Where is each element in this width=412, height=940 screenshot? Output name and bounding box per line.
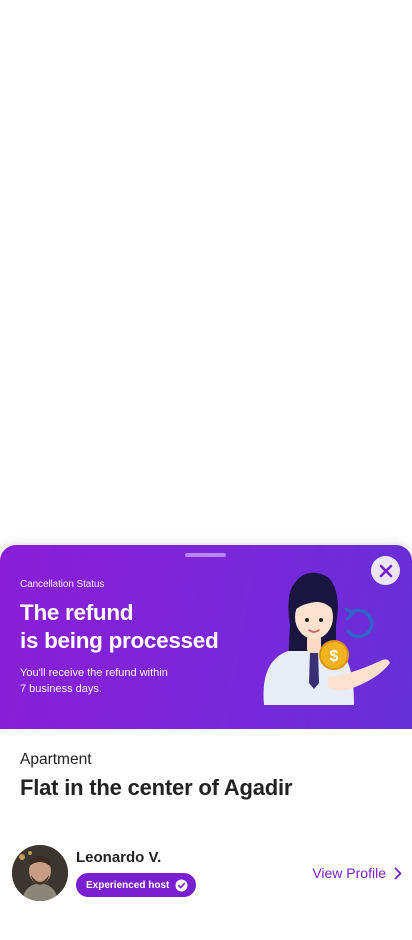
host-avatar-image xyxy=(12,845,68,901)
experienced-host-badge: Experienced host xyxy=(76,873,197,897)
listing-info: Apartment Flat in the center of Agadir xyxy=(20,751,292,801)
host-name: Leonardo V. xyxy=(76,849,162,866)
cancellation-status-label: Cancellation Status xyxy=(20,579,105,590)
host-row: Leonardo V. Experienced host View Profil… xyxy=(12,845,402,903)
listing-title: Flat in the center of Agadir xyxy=(20,775,293,800)
cancellation-banner: Cancellation Status The refund is being … xyxy=(0,545,412,729)
drag-handle[interactable] xyxy=(185,553,226,557)
refund-coin-illustration: $ xyxy=(263,572,390,705)
refund-subtext: You'll receive the refund within 7 busin… xyxy=(20,665,220,697)
subtext-line-2: 7 business days. xyxy=(20,683,102,695)
host-badge-label: Experienced host xyxy=(86,879,170,891)
view-profile-label: View Profile xyxy=(312,865,386,881)
subtext-line-1: You'll receive the refund within xyxy=(20,667,168,679)
svg-text:$: $ xyxy=(330,648,339,665)
bottom-sheet: Cancellation Status The refund is being … xyxy=(0,545,412,940)
host-avatar[interactable] xyxy=(12,845,68,901)
headline-line-1: The refund xyxy=(20,600,134,625)
view-profile-link[interactable]: View Profile xyxy=(312,865,402,881)
refund-headline: The refund is being processed xyxy=(20,599,250,655)
listing-type: Apartment xyxy=(20,751,92,768)
chevron-right-icon xyxy=(394,867,402,879)
headline-line-2: is being processed xyxy=(20,628,219,653)
verified-check-icon xyxy=(175,879,188,891)
